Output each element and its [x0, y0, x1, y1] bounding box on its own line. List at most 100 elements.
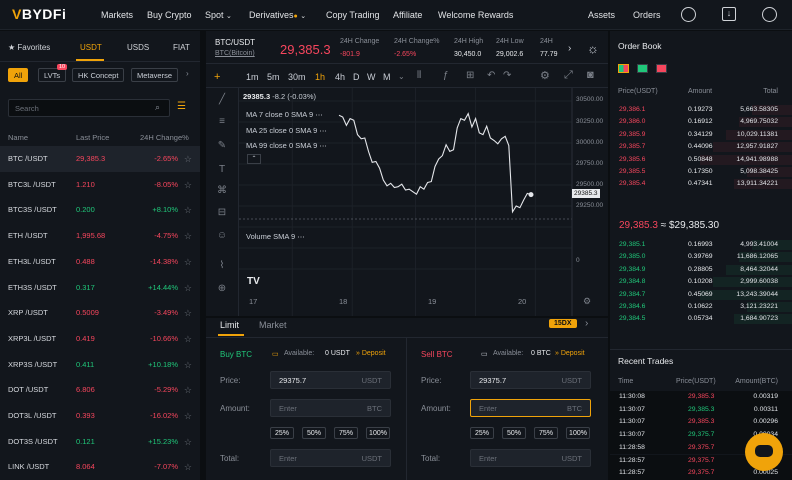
ma7-label[interactable]: MA 7 close 0 SMA 9 ⋯: [246, 110, 323, 119]
crosshair-icon[interactable]: +: [214, 71, 220, 83]
compare-icon[interactable]: ⊞: [466, 70, 474, 81]
tf-w[interactable]: W: [367, 72, 376, 82]
nav-copy-trading[interactable]: Copy Trading: [326, 10, 380, 20]
col-header-last-price[interactable]: Last Price: [76, 133, 109, 142]
star-icon[interactable]: ☆: [184, 352, 192, 378]
sell-pct-25[interactable]: 25%: [470, 427, 494, 439]
sell-pct-50[interactable]: 50%: [502, 427, 526, 439]
gear-icon[interactable]: ⚙: [583, 296, 591, 307]
trend-line-icon[interactable]: ╱: [215, 95, 229, 105]
bid-row[interactable]: 29,384.5 0.05734 1,684.90723: [610, 313, 792, 325]
ma99-label[interactable]: MA 99 close 0 SMA 9 ⋯: [246, 141, 327, 150]
tab-market[interactable]: Market: [259, 320, 287, 330]
pair-row[interactable]: DOT /USDT 6.806 -5.29% ☆: [0, 377, 200, 403]
tf-m[interactable]: M: [383, 72, 391, 82]
star-icon[interactable]: ☆: [184, 249, 192, 275]
ask-row[interactable]: 29,386.0 0.16912 4,969.75032: [610, 116, 792, 128]
pair-row[interactable]: ETH /USDT 1,995.68 -4.75% ☆: [0, 223, 200, 249]
nav-markets[interactable]: Markets: [101, 10, 133, 20]
sell-deposit-link[interactable]: » Deposit: [555, 350, 585, 357]
col-header-change[interactable]: 24H Change%: [140, 133, 189, 142]
pair-row[interactable]: BTC3S /USDT 0.200 +8.10% ☆: [0, 197, 200, 223]
nav-welcome-rewards[interactable]: Welcome Rewards: [438, 10, 513, 20]
bar-style-icon[interactable]: ⫴: [417, 70, 421, 81]
star-icon[interactable]: ☆: [184, 197, 192, 223]
redo-icon[interactable]: ↷: [503, 70, 511, 81]
view-asks-icon[interactable]: [656, 64, 667, 73]
collapse-legend-button[interactable]: ⌃: [247, 154, 261, 164]
buy-price-input[interactable]: 29375.7 USDT: [270, 371, 391, 389]
tab-usdt[interactable]: USDT: [80, 43, 102, 52]
star-icon[interactable]: ☆: [184, 300, 192, 326]
chip-hk-concept[interactable]: HK Concept: [72, 68, 125, 82]
user-icon[interactable]: [681, 7, 696, 22]
tf-1m[interactable]: 1m: [246, 72, 259, 82]
chevron-right-icon[interactable]: ›: [186, 69, 189, 78]
nav-derivatives[interactable]: Derivatives● ⌄: [249, 10, 306, 20]
chevron-right-icon[interactable]: ›: [568, 43, 571, 54]
bid-row[interactable]: 29,384.8 0.10208 2,999.60038: [610, 276, 792, 288]
measure-icon[interactable]: ⌇: [215, 261, 229, 271]
star-icon[interactable]: ☆: [184, 146, 192, 172]
nav-assets[interactable]: Assets: [588, 10, 615, 20]
chat-support-button[interactable]: [745, 433, 783, 471]
star-icon[interactable]: ☆: [184, 403, 192, 429]
pair-row[interactable]: XRP /USDT 0.5009 -3.49% ☆: [0, 300, 200, 326]
star-icon[interactable]: ☆: [184, 454, 192, 480]
star-icon[interactable]: ☆: [184, 172, 192, 198]
view-both-icon[interactable]: [618, 64, 629, 73]
horizontal-lines-icon[interactable]: ≡: [215, 117, 229, 127]
buy-pct-75[interactable]: 75%: [334, 427, 358, 439]
camera-icon[interactable]: ◙: [587, 69, 594, 81]
pair-row[interactable]: XRP3L /USDT 0.419 -10.66% ☆: [0, 326, 200, 352]
pair-row[interactable]: ETH3S /USDT 0.317 +14.44% ☆: [0, 275, 200, 301]
pair-row[interactable]: BTC3L /USDT 1.210 -8.05% ☆: [0, 172, 200, 198]
pair-row[interactable]: LINK /USDT 8.064 -7.07% ☆: [0, 454, 200, 480]
chevron-right-icon[interactable]: ›: [585, 318, 588, 329]
tf-4h[interactable]: 4h: [335, 72, 345, 82]
bid-row[interactable]: 29,384.7 0.45069 13,243.39044: [610, 289, 792, 301]
ask-row[interactable]: 29,385.5 0.17350 5,098.38425: [610, 166, 792, 178]
star-icon[interactable]: ☆: [184, 275, 192, 301]
tab-favorites[interactable]: ★ Favorites: [8, 43, 50, 52]
download-icon[interactable]: ↓: [722, 7, 736, 21]
chevron-down-icon[interactable]: ⌄: [398, 72, 405, 81]
sell-amount-input[interactable]: Enter BTC: [470, 399, 591, 417]
buy-deposit-link[interactable]: » Deposit: [356, 350, 386, 357]
ask-row[interactable]: 29,386.1 0.19273 5,663.58305: [610, 104, 792, 116]
buy-amount-input[interactable]: Enter BTC: [270, 399, 391, 417]
bid-row[interactable]: 29,385.1 0.16993 4,993.41004: [610, 239, 792, 251]
buy-pct-100[interactable]: 100%: [366, 427, 390, 439]
sell-pct-75[interactable]: 75%: [534, 427, 558, 439]
chip-all[interactable]: All: [8, 68, 29, 82]
gear-icon[interactable]: ⚙: [540, 69, 550, 82]
chip-metaverse[interactable]: Metaverse: [131, 68, 179, 82]
pair-row[interactable]: ETH3L /USDT 0.488 -14.38% ☆: [0, 249, 200, 275]
star-icon[interactable]: ☆: [184, 377, 192, 403]
indicators-icon[interactable]: ƒ: [443, 70, 449, 81]
undo-icon[interactable]: ↶: [487, 70, 495, 81]
ma25-label[interactable]: MA 25 close 0 SMA 9 ⋯: [246, 126, 327, 135]
nav-orders[interactable]: Orders: [633, 10, 661, 20]
nav-affiliate[interactable]: Affiliate: [393, 10, 422, 20]
tf-30m[interactable]: 30m: [288, 72, 306, 82]
ask-row[interactable]: 29,385.4 0.47341 13,911.34221: [610, 178, 792, 190]
leverage-badge[interactable]: 15DX: [549, 319, 577, 328]
buy-pct-25[interactable]: 25%: [270, 427, 294, 439]
star-icon[interactable]: ☆: [184, 326, 192, 352]
pair-subtitle[interactable]: BTC(Bitcoin): [215, 50, 255, 57]
col-header-name[interactable]: Name: [8, 133, 28, 142]
tf-1h[interactable]: 1h: [315, 72, 325, 82]
filter-icon[interactable]: ☰: [177, 101, 186, 112]
tf-d[interactable]: D: [353, 72, 360, 82]
pair-row[interactable]: DOT3S /USDT 0.121 +15.23% ☆: [0, 429, 200, 455]
chip-lvts[interactable]: LVTs: [38, 68, 67, 82]
search-input[interactable]: Search: [8, 99, 170, 117]
pattern-icon[interactable]: ⌘: [215, 186, 229, 196]
sell-total-input[interactable]: Enter USDT: [470, 449, 591, 467]
pair-row[interactable]: BTC /USDT 29,385.3 -2.65% ☆: [0, 146, 200, 172]
tf-5m[interactable]: 5m: [267, 72, 280, 82]
bid-row[interactable]: 29,384.9 0.28805 8,464.32044: [610, 264, 792, 276]
fullscreen-icon[interactable]: ⤢: [564, 69, 573, 82]
view-bids-icon[interactable]: [637, 64, 648, 73]
